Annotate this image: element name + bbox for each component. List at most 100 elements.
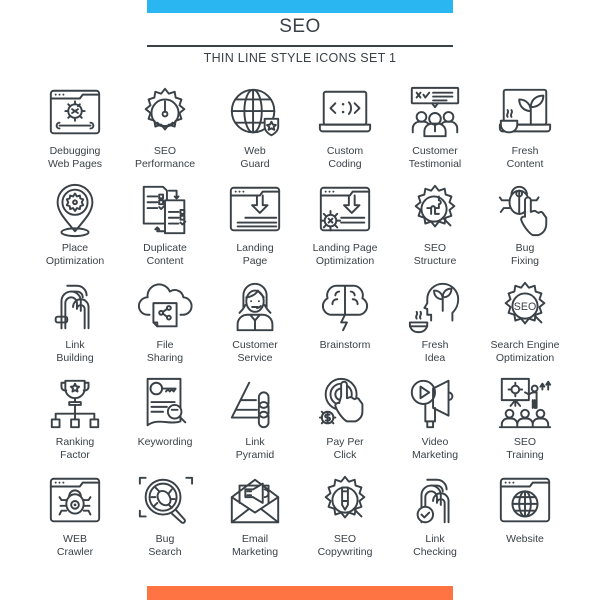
pay-per-click-icon bbox=[300, 375, 390, 433]
icon-label: Debugging Web Pages bbox=[30, 145, 120, 170]
icon-label-line: Coding bbox=[328, 157, 362, 170]
icon-label-line: Service bbox=[237, 351, 273, 364]
search-engine-optimization-icon: SEO bbox=[480, 278, 570, 336]
icon-label: Custom Coding bbox=[300, 145, 390, 170]
icon-label-line: Pay Per bbox=[326, 436, 364, 448]
debugging-web-pages-icon bbox=[30, 84, 120, 142]
icon-label: Customer Service bbox=[210, 339, 300, 364]
icon-label-line: Link bbox=[425, 533, 445, 545]
icon-label-line: Web Pages bbox=[47, 157, 103, 170]
icon-label: Link Pyramid bbox=[210, 436, 300, 461]
icon-label-line: Training bbox=[506, 448, 544, 461]
icon-label: SEO Structure bbox=[390, 242, 480, 267]
icon-tile: Custom Coding bbox=[300, 84, 390, 180]
icon-label-line: File bbox=[156, 339, 174, 351]
place-optimization-icon bbox=[30, 181, 120, 239]
icon-tile: Link Building bbox=[30, 278, 120, 374]
icon-label-line: Keywording bbox=[137, 436, 193, 448]
seo-structure-icon bbox=[390, 181, 480, 239]
icon-label-line: Bug bbox=[515, 242, 535, 254]
icon-label-line: Customer bbox=[412, 145, 458, 157]
icon-tile: Customer Testimonial bbox=[390, 84, 480, 180]
icon-label-line: Content bbox=[146, 254, 184, 267]
custom-coding-icon bbox=[300, 84, 390, 142]
icon-tile: SEO Structure bbox=[390, 181, 480, 277]
icon-label: SEO Performance bbox=[120, 145, 210, 170]
title-divider bbox=[147, 45, 453, 47]
seo-badge-text: SEO bbox=[514, 301, 536, 313]
icon-label-line: SEO bbox=[333, 533, 357, 545]
icon-label-line: Structure bbox=[413, 254, 457, 267]
icon-label: Duplicate Content bbox=[120, 242, 210, 267]
icon-label-line: SEO bbox=[423, 242, 447, 254]
video-marketing-icon bbox=[390, 375, 480, 433]
icon-label-line: Fresh bbox=[421, 339, 449, 351]
icon-tile: SEO Copywriting bbox=[300, 472, 390, 568]
icon-label-line: Customer bbox=[232, 339, 278, 351]
icon-label-line: Optimization bbox=[495, 351, 555, 364]
fresh-content-icon bbox=[480, 84, 570, 142]
icon-label: WEB Crawler bbox=[30, 533, 120, 558]
top-accent-bar bbox=[147, 0, 453, 13]
web-guard-icon bbox=[210, 84, 300, 142]
icon-tile: Place Optimization bbox=[30, 181, 120, 277]
bug-fixing-icon bbox=[480, 181, 570, 239]
icon-label: Website bbox=[480, 533, 570, 546]
keywording-icon bbox=[120, 375, 210, 433]
icon-label-line: Guard bbox=[240, 157, 270, 170]
icon-tile: Brainstorm bbox=[300, 278, 390, 374]
icon-label-line: Debugging bbox=[49, 145, 101, 157]
icon-label: Bug Fixing bbox=[480, 242, 570, 267]
icon-label: Keywording bbox=[120, 436, 210, 449]
icon-label-line: Search bbox=[148, 545, 182, 558]
icon-label-line: SEO bbox=[153, 145, 177, 157]
icon-tile: Duplicate Content bbox=[120, 181, 210, 277]
customer-service-icon bbox=[210, 278, 300, 336]
icon-label-line: Link bbox=[65, 339, 85, 351]
website-icon bbox=[480, 472, 570, 530]
bottom-accent-bar bbox=[147, 586, 453, 600]
icon-label-line: Pyramid bbox=[235, 448, 275, 461]
icon-label-line: Bug bbox=[155, 533, 175, 545]
icon-label-line: Email bbox=[241, 533, 269, 545]
icon-tile: SEO Training bbox=[480, 375, 570, 471]
page-title: SEO bbox=[279, 16, 321, 37]
seo-training-icon bbox=[480, 375, 570, 433]
icon-tile: Debugging Web Pages bbox=[30, 84, 120, 180]
brainstorm-icon bbox=[300, 278, 390, 336]
email-marketing-icon bbox=[210, 472, 300, 530]
icon-label: SEO Copywriting bbox=[300, 533, 390, 558]
link-pyramid-icon bbox=[210, 375, 300, 433]
icon-label-line: Performance bbox=[134, 157, 196, 170]
seo-copywriting-icon bbox=[300, 472, 390, 530]
icon-label: Search Engine Optimization bbox=[480, 339, 570, 364]
icon-label-line: Link bbox=[245, 436, 265, 448]
landing-page-icon bbox=[210, 181, 300, 239]
icon-label-line: Search Engine bbox=[490, 339, 560, 351]
icon-label-line: Idea bbox=[424, 351, 446, 364]
icon-label: Landing Page bbox=[210, 242, 300, 267]
icon-label-line: Copywriting bbox=[317, 545, 373, 558]
link-building-icon bbox=[30, 278, 120, 336]
landing-page-optimization-icon bbox=[300, 181, 390, 239]
file-sharing-icon bbox=[120, 278, 210, 336]
icon-label-line: WEB bbox=[63, 533, 87, 545]
icon-label-line: Video bbox=[421, 436, 449, 448]
icon-tile: Keywording bbox=[120, 375, 210, 471]
icon-label-line: Factor bbox=[60, 448, 90, 461]
icon-label: Customer Testimonial bbox=[390, 145, 480, 170]
icon-label: Email Marketing bbox=[210, 533, 300, 558]
icon-label-line: Content bbox=[506, 157, 544, 170]
icon-tile: Email Marketing bbox=[210, 472, 300, 568]
icon-label-line: Fresh bbox=[511, 145, 539, 157]
icon-label: Place Optimization bbox=[30, 242, 120, 267]
web-crawler-icon bbox=[30, 472, 120, 530]
icon-label-line: Marketing bbox=[231, 545, 279, 558]
bug-search-icon bbox=[120, 472, 210, 530]
icon-label-line: Duplicate bbox=[143, 242, 187, 254]
icon-label-line: Landing bbox=[236, 242, 274, 254]
icon-label: Pay Per Click bbox=[300, 436, 390, 461]
icon-label-line: SEO bbox=[513, 436, 537, 448]
icon-tile: Landing Page Optimization bbox=[300, 181, 390, 277]
customer-testimonial-icon bbox=[390, 84, 480, 142]
